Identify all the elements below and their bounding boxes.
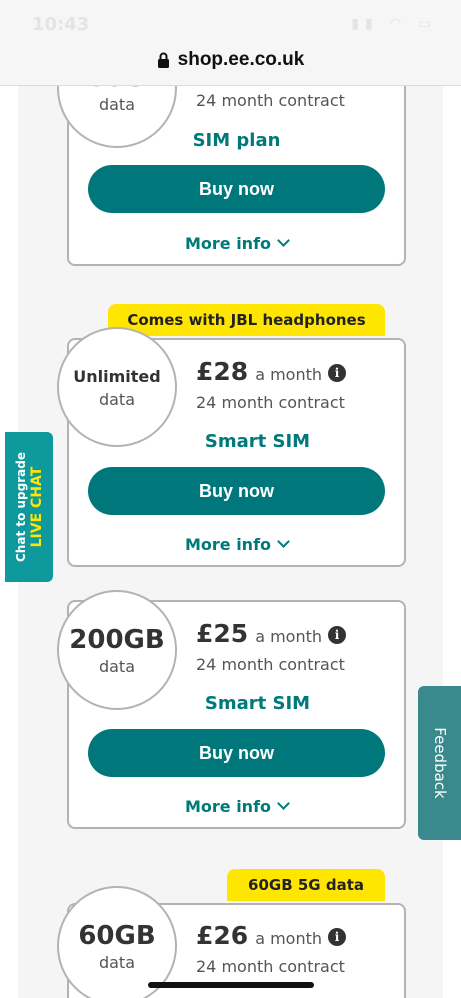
live-chat-tab[interactable]: Chat to upgrade LIVE CHAT [5, 432, 53, 582]
url-text: shop.ee.co.uk [177, 49, 305, 70]
chevron-down-icon [277, 797, 290, 810]
data-allowance-badge: Unlimited data [57, 327, 177, 447]
address-bar[interactable]: shop.ee.co.uk [0, 44, 461, 76]
monthly-price: £26 [196, 921, 249, 950]
promo-tag: Comes with JBL headphones [108, 304, 385, 336]
feedback-label: Feedback [430, 727, 449, 799]
data-label: data [98, 952, 136, 972]
info-icon[interactable]: i [328, 928, 347, 946]
contract-length: 24 month contract [196, 655, 345, 674]
price-period: a month [255, 627, 323, 646]
contract-length: 24 month contract [196, 393, 345, 412]
data-label: data [98, 94, 136, 114]
more-info-label: More info [184, 797, 272, 816]
data-amount: 60GB [78, 920, 156, 951]
feedback-tab[interactable]: Feedback [418, 686, 461, 840]
status-bar: 10:43 ▮▮ ◠ ▭ [0, 12, 461, 38]
price-row: £26 a month i [196, 921, 347, 950]
more-info-link[interactable]: More info [67, 234, 406, 253]
home-indicator[interactable] [148, 982, 314, 988]
price-row: £25 a month i [196, 619, 347, 648]
contract-length: 24 month contract [196, 91, 345, 110]
browser-chrome: 10:43 ▮▮ ◠ ▭ shop.ee.co.uk [0, 0, 461, 86]
info-icon[interactable]: i [328, 626, 347, 644]
promo-tag: 60GB 5G data [227, 869, 385, 901]
price-period: a month [255, 929, 323, 948]
buy-now-button[interactable]: Buy now [88, 467, 385, 515]
plan-type: Smart SIM [204, 693, 311, 714]
chevron-down-icon [277, 234, 290, 247]
signal-wifi-battery-icon: ▮▮ ◠ ▭ [351, 16, 437, 32]
price-period: a month [255, 365, 323, 384]
data-amount: Unlimited [73, 366, 161, 386]
monthly-price: £28 [196, 357, 249, 386]
contract-length: 24 month contract [196, 957, 345, 976]
data-label: data [98, 389, 136, 409]
monthly-price: £25 [196, 619, 249, 648]
more-info-label: More info [184, 234, 272, 253]
more-info-link[interactable]: More info [67, 797, 406, 816]
plan-type: Smart SIM [204, 431, 311, 452]
lock-icon [157, 52, 170, 68]
live-chat-title: LIVE CHAT [29, 466, 45, 548]
plan-type: SIM plan [192, 130, 281, 151]
data-amount: 200GB [69, 624, 165, 655]
chevron-down-icon [277, 535, 290, 548]
more-info-link[interactable]: More info [67, 535, 406, 554]
data-allowance-badge: 200GB data [57, 590, 177, 710]
price-row: £28 a month i [196, 357, 347, 386]
status-time: 10:43 [32, 14, 90, 35]
more-info-label: More info [184, 535, 272, 554]
live-chat-text: Chat to upgrade LIVE CHAT [13, 437, 45, 577]
buy-now-button[interactable]: Buy now [88, 165, 385, 213]
info-icon[interactable]: i [328, 364, 347, 382]
live-chat-subtitle: Chat to upgrade [14, 452, 28, 562]
buy-now-button[interactable]: Buy now [88, 729, 385, 777]
data-label: data [98, 656, 136, 676]
